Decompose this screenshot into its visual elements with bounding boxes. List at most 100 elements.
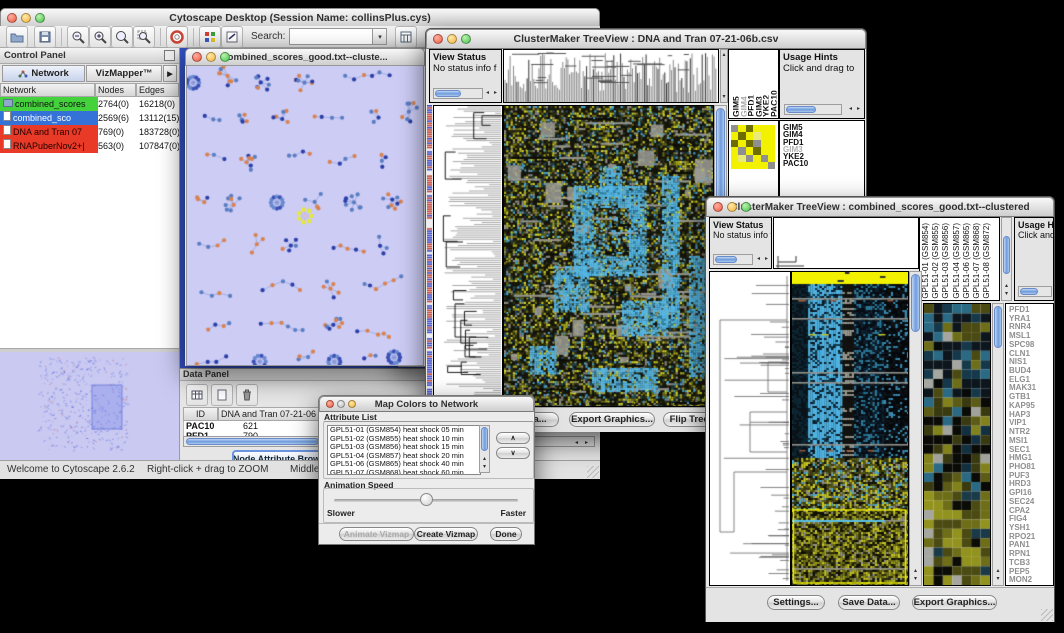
minimize-icon[interactable] (727, 202, 737, 212)
gene-label[interactable]: PAC10 (783, 160, 864, 167)
zoom-icon[interactable] (348, 400, 356, 408)
column-label[interactable]: GIM3 (754, 96, 762, 117)
annotation-icon[interactable] (221, 26, 243, 48)
network-list-item[interactable]: RNAPuberNov2+| 563(0) 107847(0) (0, 139, 179, 153)
column-label[interactable]: PFD1 (746, 95, 754, 117)
minimize-icon[interactable] (337, 400, 345, 408)
row-dendrogram[interactable] (433, 105, 503, 407)
move-down-button[interactable]: ∨ (496, 447, 530, 459)
gene-label[interactable]: SEC24 (1009, 498, 1053, 507)
gene-label[interactable]: MSI1 (1009, 437, 1053, 446)
network-list-item[interactable]: combined_sco 2569(6) 13112(15) (0, 111, 179, 125)
close-icon[interactable] (192, 52, 202, 62)
attribute-item[interactable]: GPL51-03 (GSM856) heat shock 15 min (328, 443, 480, 452)
gene-label[interactable]: FIG4 (1009, 515, 1053, 524)
heatmap-global-view[interactable] (503, 105, 714, 407)
search-dropdown-icon[interactable]: ▾ (373, 28, 387, 45)
gene-label[interactable]: CPA2 (1009, 507, 1053, 516)
done-button[interactable]: Done (490, 527, 522, 541)
gene-label[interactable]: SPC98 (1009, 341, 1053, 350)
export-graphics-button[interactable]: Export Graphics... (912, 595, 997, 610)
tab-overflow-arrow[interactable]: ▶ (163, 65, 177, 82)
close-icon[interactable] (326, 400, 334, 408)
column-label[interactable]: GPL51-06 (GSM865) (962, 223, 972, 299)
heatmap-global-view[interactable] (791, 271, 909, 586)
gene-label[interactable]: YSH1 (1009, 524, 1053, 533)
attribute-list[interactable]: GPL51-01 (GSM854) heat shock 05 min GPL51… (327, 425, 481, 475)
network-list-item[interactable]: DNA and Tran 07 769(0) 183728(0) (0, 125, 179, 139)
float-panel-icon[interactable] (164, 50, 175, 61)
gene-label[interactable]: HRD3 (1009, 480, 1053, 489)
export-graphics-button[interactable]: Export Graphics... (569, 412, 655, 427)
column-label[interactable]: GPL51-01 (GSM854) (921, 223, 931, 299)
help-lifering-icon[interactable] (166, 26, 188, 48)
column-label[interactable]: GIM4 (739, 96, 747, 117)
zoom-selected-icon[interactable] (133, 26, 155, 48)
import-table-icon[interactable] (395, 26, 417, 48)
settings-button[interactable]: Settings... (767, 595, 825, 610)
zoom-icon[interactable] (220, 52, 230, 62)
close-icon[interactable] (433, 34, 443, 44)
gene-label[interactable]: VIP1 (1009, 419, 1053, 428)
row-dendrogram[interactable] (709, 271, 791, 586)
column-dendrogram[interactable] (773, 217, 919, 269)
network1-canvas[interactable] (186, 65, 424, 366)
column-label[interactable]: GPL51-07 (GSM868) (972, 223, 982, 299)
column-label[interactable]: PAC10 (769, 90, 777, 117)
column-labels-vscrollbar[interactable]: ▴ ▾ (1001, 217, 1012, 301)
column-label[interactable]: GPL51-02 (GSM855) (931, 223, 941, 299)
animate-vizmap-button[interactable]: Animate Vizmap (339, 527, 414, 541)
gene-label[interactable]: GTB1 (1009, 393, 1053, 402)
move-up-button[interactable]: ∧ (496, 432, 530, 444)
resize-grip[interactable] (1041, 609, 1053, 621)
column-label[interactable]: GPL51-08 (GSM872) (982, 223, 992, 299)
column-label[interactable]: GPL51-03 (GSM856) (941, 223, 951, 299)
gene-label[interactable]: CLN1 (1009, 350, 1053, 359)
vizmapper-palette-icon[interactable] (199, 26, 221, 48)
minimize-icon[interactable] (447, 34, 457, 44)
attribute-table-icon[interactable] (186, 384, 208, 406)
gene-label[interactable]: TCB3 (1009, 559, 1053, 568)
gene-label[interactable]: RPO21 (1009, 533, 1053, 542)
gene-label[interactable]: SEC1 (1009, 446, 1053, 455)
column-label[interactable]: GIM5 (731, 96, 739, 117)
network1-titlebar[interactable]: combined_scores_good.txt--cluste... (185, 48, 425, 66)
gene-label[interactable]: MON2 (1009, 576, 1053, 585)
zoom-icon[interactable] (35, 13, 45, 23)
save-data-button[interactable]: Save Data... (838, 595, 900, 610)
gene-label[interactable]: HAP3 (1009, 411, 1053, 420)
zoom-fit-icon[interactable] (111, 26, 133, 48)
minimize-icon[interactable] (206, 52, 216, 62)
gene-label[interactable]: MSL1 (1009, 332, 1053, 341)
heatmap-zoom-view[interactable] (923, 303, 991, 586)
save-icon[interactable] (34, 26, 56, 48)
attribute-item[interactable]: GPL51-06 (GSM865) heat shock 40 min (328, 460, 480, 469)
attribute-item[interactable]: GPL51-07 (GSM868) heat shock 60 min (328, 469, 480, 475)
network-overview-panel[interactable] (0, 352, 179, 460)
treeview1-titlebar[interactable]: ClusterMaker TreeView : DNA and Tran 07-… (426, 29, 866, 49)
close-icon[interactable] (7, 13, 17, 23)
dialog-titlebar[interactable]: Map Colors to Network (319, 396, 534, 412)
gene-label[interactable]: PHO81 (1009, 463, 1053, 472)
gene-label[interactable]: KAP95 (1009, 402, 1053, 411)
minimize-icon[interactable] (21, 13, 31, 23)
resize-grip[interactable] (587, 466, 599, 478)
zoom-vscrollbar[interactable]: ▴ ▾ (992, 303, 1004, 586)
column-dendrogram-scroll[interactable]: ▴ ▾ (720, 49, 728, 103)
main-titlebar[interactable]: Cytoscape Desktop (Session Name: collins… (0, 8, 600, 28)
gene-label[interactable]: PEP5 (1009, 568, 1053, 577)
gene-label[interactable]: NIS1 (1009, 358, 1053, 367)
attribute-item[interactable]: GPL51-01 (GSM854) heat shock 05 min (328, 426, 480, 435)
zoom-in-icon[interactable] (89, 26, 111, 48)
usage-hints-hscrollbar[interactable] (1018, 286, 1052, 297)
attribute-item[interactable]: GPL51-04 (GSM857) heat shock 20 min (328, 452, 480, 461)
gene-label[interactable]: GPI16 (1009, 489, 1053, 498)
usage-hints-hscrollbar[interactable] (784, 104, 842, 115)
create-vizmap-button[interactable]: Create Vizmap (414, 527, 478, 541)
gene-label[interactable]: PAN1 (1009, 541, 1053, 550)
new-attribute-icon[interactable] (211, 384, 233, 406)
zoom-icon[interactable] (461, 34, 471, 44)
tab-vizmapper[interactable]: VizMapper™ (86, 65, 162, 82)
view-status-hscrollbar[interactable] (433, 88, 483, 99)
gene-label[interactable]: ELG1 (1009, 376, 1053, 385)
